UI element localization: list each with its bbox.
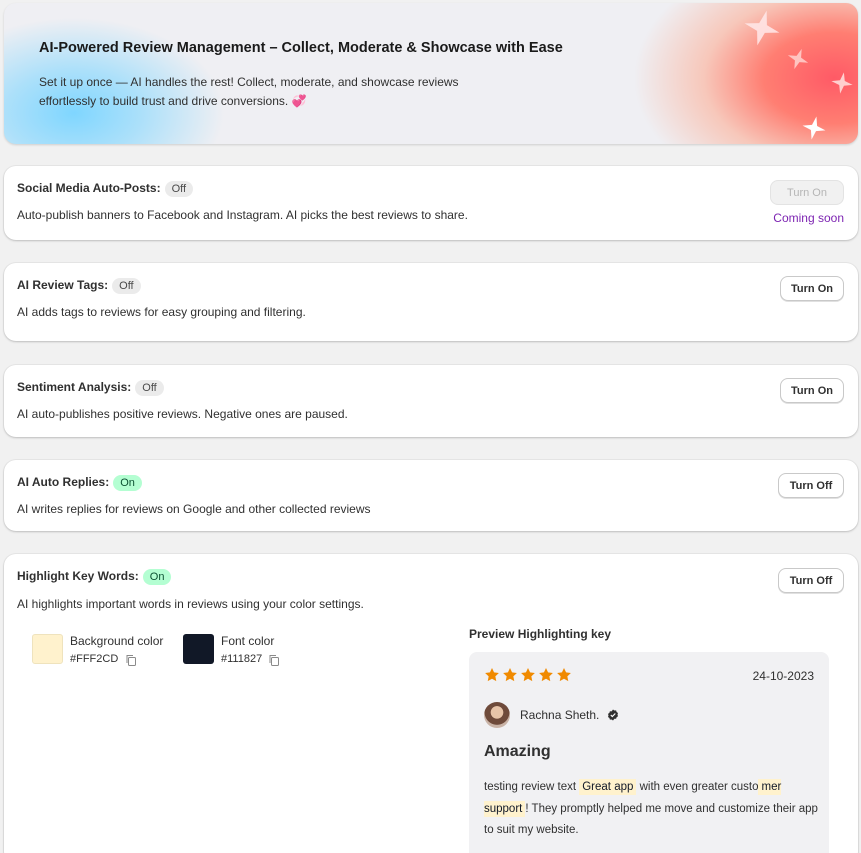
status-badge: Off (112, 278, 141, 294)
turn-on-button[interactable]: Turn On (780, 276, 844, 301)
sparkle-icon (744, 10, 780, 46)
star-icon (521, 668, 535, 682)
review-body: testing review text Great app with even … (484, 779, 818, 836)
hero-title: AI-Powered Review Management – Collect, … (39, 40, 563, 56)
feature-description: AI auto-publishes positive reviews. Nega… (17, 407, 348, 421)
feature-card-social-media: Social Media Auto-Posts: Off Auto-publish… (4, 166, 858, 240)
review-preview-card: 24-10-2023 Rachna Sheth. Amazing testing… (469, 652, 829, 853)
background-color-label: Background color (70, 634, 164, 648)
turn-off-button[interactable]: Turn Off (778, 568, 844, 593)
feature-card-auto-replies: AI Auto Replies: On AI writes replies for… (4, 460, 858, 531)
hero-description: Set it up once — AI handles the rest! Co… (39, 75, 459, 108)
feature-card-sentiment-analysis: Sentiment Analysis: Off AI auto-publishes… (4, 365, 858, 437)
turn-on-button[interactable]: Turn On (780, 378, 844, 403)
feature-description: AI adds tags to reviews for easy groupin… (17, 305, 306, 319)
background-color-swatch[interactable] (32, 634, 63, 664)
font-color-swatch[interactable] (183, 634, 214, 664)
feature-description: AI writes replies for reviews on Google … (17, 502, 371, 516)
feature-card-review-tags: AI Review Tags: Off AI adds tags to revie… (4, 263, 858, 341)
turn-off-button[interactable]: Turn Off (778, 473, 844, 498)
status-badge: On (142, 569, 172, 585)
copy-icon[interactable] (125, 654, 137, 666)
background-color-hex: #FFF2CD (70, 653, 119, 665)
verified-icon (608, 709, 618, 721)
reviewer-name: Rachna Sheth. (520, 708, 600, 722)
star-icon (557, 668, 571, 682)
star-icon (539, 668, 553, 682)
copy-icon[interactable] (268, 654, 280, 666)
preview-heading: Preview Highlighting key (469, 627, 612, 641)
review-date: 24-10-2023 (752, 669, 814, 683)
feature-title: AI Review Tags: Off (17, 278, 141, 294)
font-color-hex: #111827 (221, 653, 263, 665)
review-title: Amazing (484, 743, 551, 760)
turn-on-button[interactable]: Turn On (770, 180, 844, 205)
feature-title: Sentiment Analysis: Off (17, 380, 164, 396)
font-color-label: Font color (221, 634, 275, 648)
sparkle-icon (831, 72, 853, 94)
status-badge: Off (135, 380, 164, 396)
star-icon (485, 668, 499, 682)
avatar (484, 702, 510, 728)
highlighted-keyword: Great app (579, 779, 637, 795)
sparkle-icon (802, 116, 826, 140)
star-rating (484, 667, 572, 683)
feature-title: AI Auto Replies: On (17, 475, 142, 491)
feature-card-highlight-keywords: Highlight Key Words: On AI highlights imp… (4, 554, 858, 853)
status-badge: Off (164, 181, 194, 197)
status-badge: On (113, 475, 142, 491)
coming-soon-label: Coming soon (773, 211, 844, 225)
sparkle-icon (787, 48, 809, 70)
feature-description: Auto-publish banners to Facebook and Ins… (17, 208, 468, 222)
feature-title: Highlight Key Words: On (17, 569, 172, 585)
feature-title: Social Media Auto-Posts: Off (17, 181, 194, 197)
feature-description: AI highlights important words in reviews… (17, 597, 364, 611)
star-icon (503, 668, 517, 682)
hero-banner: AI-Powered Review Management – Collect, … (4, 3, 858, 144)
